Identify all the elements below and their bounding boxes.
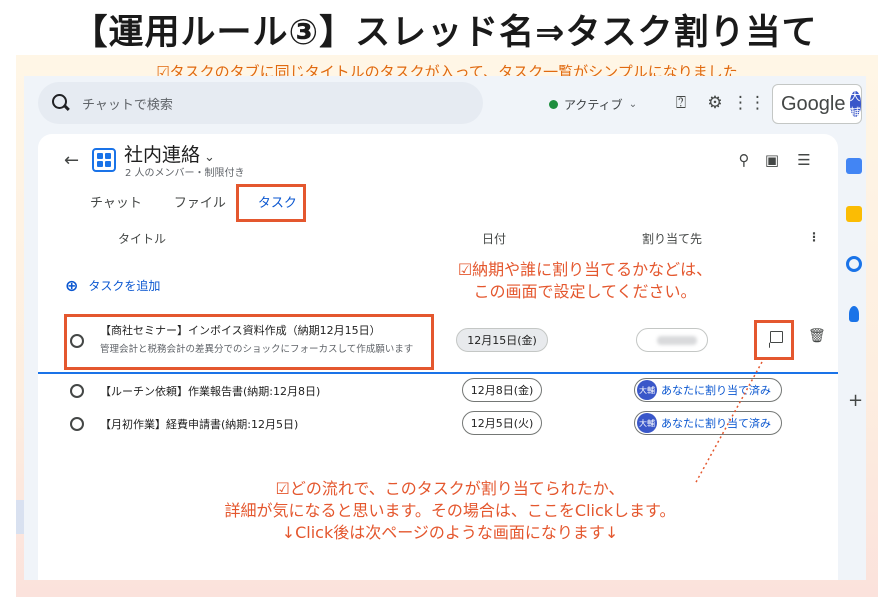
- annotation-thread-detail: ☑どの流れで、このタスクが割り当てられたか、 詳細が気になると思います。その場合…: [224, 479, 676, 542]
- annotation-settings: ☑納期や誰に割り当てるかなどは、 この画面で設定してください。: [457, 260, 713, 301]
